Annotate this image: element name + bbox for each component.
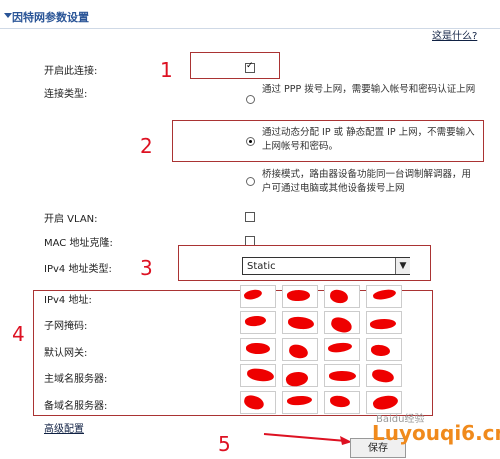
option-bridge-text: 桥接模式，路由器设备功能同一台调制解调器，用户可通过电脑或其他设备拨号上网 [262, 169, 472, 194]
primary-dns-label: 主域名服务器: [44, 374, 108, 385]
option-dynamic-static-text: 通过动态分配 IP 或 静态配置 IP 上网，不需要输入上网帐号和密码。 [262, 127, 475, 152]
ipv4-type-label: IPv4 地址类型: [44, 264, 112, 275]
annotation-box-1 [190, 52, 280, 79]
enable-vlan-checkbox[interactable] [245, 212, 255, 222]
section-title: 因特网参数设置 [12, 11, 89, 24]
redaction-mark [245, 342, 271, 355]
enable-connection-checkbox[interactable] [245, 61, 255, 73]
annotation-number-1: 1 [160, 58, 173, 82]
ipv4-address-label: IPv4 地址: [44, 295, 92, 306]
chevron-down-icon[interactable]: ▼ [395, 258, 410, 274]
annotation-number-2: 2 [140, 134, 153, 158]
radio-bridge[interactable] [246, 177, 255, 186]
help-link[interactable]: 这是什么? [432, 27, 477, 42]
header-divider [0, 28, 500, 29]
watermark-text: Luyouqi6.cn [372, 421, 500, 445]
redaction-mark [370, 344, 391, 357]
radio-dynamic-static[interactable] [246, 137, 255, 146]
radio-ppp[interactable] [246, 95, 255, 104]
annotation-number-5: 5 [218, 432, 231, 456]
collapse-triangle-icon[interactable] [4, 13, 12, 18]
annotation-number-3: 3 [140, 256, 153, 280]
enable-vlan-label: 开启 VLAN: [44, 214, 98, 225]
option-ppp-text: 通过 PPP 拨号上网，需要输入帐号和密码认证上网 [262, 84, 476, 95]
secondary-dns-label: 备域名服务器: [44, 401, 108, 412]
connection-type-label: 连接类型: [44, 89, 88, 100]
enable-connection-label: 开启此连接: [44, 66, 98, 77]
ipv4-type-value: Static [247, 261, 276, 272]
annotation-number-4: 4 [12, 322, 25, 346]
arrow-annotation-icon [263, 433, 352, 445]
gateway-label: 默认网关: [44, 348, 88, 359]
advanced-config-link[interactable]: 高级配置 [44, 420, 84, 435]
mac-clone-label: MAC 地址克隆: [44, 238, 113, 249]
subnet-mask-label: 子网掩码: [44, 321, 88, 332]
